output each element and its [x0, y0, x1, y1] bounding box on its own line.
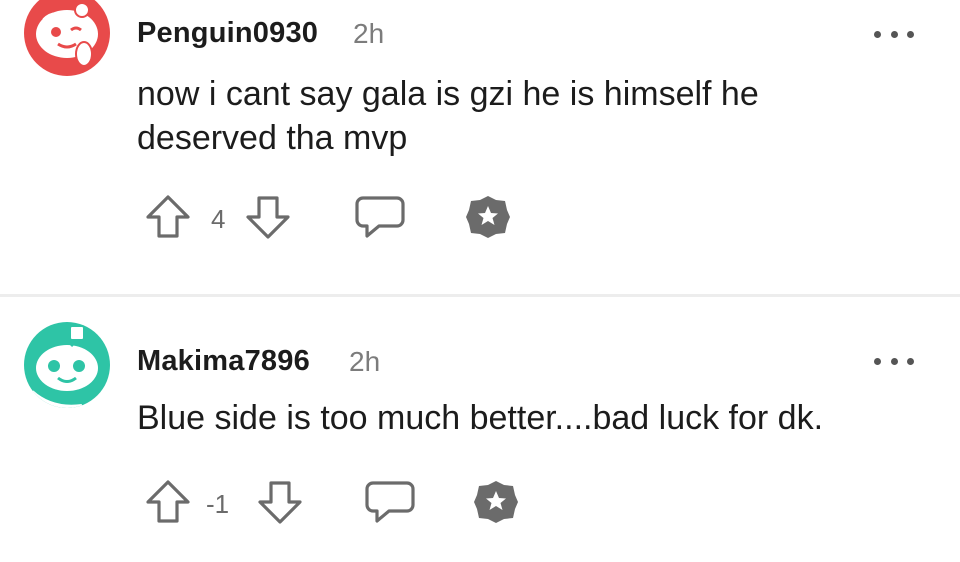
- timestamp: 2h: [353, 18, 385, 49]
- reply-button[interactable]: [353, 194, 407, 245]
- reply-button[interactable]: [363, 479, 417, 530]
- upvote-button[interactable]: [143, 192, 193, 247]
- speech-bubble-icon: [365, 481, 415, 523]
- arrow-up-outline-icon: [146, 195, 190, 238]
- star-badge-icon: [466, 196, 510, 238]
- vote-score: 4: [211, 204, 226, 234]
- comment: Makima7896 2h Blue side is too much bett…: [0, 297, 960, 562]
- award-button[interactable]: [465, 194, 511, 245]
- avatar[interactable]: [24, 322, 110, 408]
- ellipsis-icon: [874, 30, 881, 38]
- comment-text-line: now i cant say gala is gzi he is himself…: [137, 75, 759, 113]
- comment-body: now i cant say gala is gzi he is himself…: [137, 72, 877, 160]
- avatar[interactable]: [24, 0, 110, 76]
- comment-body: Blue side is too much better....bad luck…: [137, 396, 877, 440]
- comment-text-line: Blue side is too much better....bad luck…: [137, 399, 824, 437]
- star-badge-icon: [474, 481, 518, 523]
- username[interactable]: Makima7896: [137, 345, 310, 378]
- upvote-button[interactable]: [143, 477, 193, 532]
- arrow-down-outline-icon: [246, 196, 290, 239]
- more-options-button[interactable]: [874, 354, 914, 368]
- ellipsis-icon: [874, 357, 881, 365]
- downvote-button[interactable]: [255, 477, 305, 532]
- downvote-button[interactable]: [243, 192, 293, 247]
- comment: Penguin0930 2h now i cant say gala is gz…: [0, 0, 960, 295]
- speech-bubble-icon: [355, 196, 405, 238]
- arrow-up-outline-icon: [146, 480, 190, 523]
- more-options-button[interactable]: [874, 27, 914, 41]
- username[interactable]: Penguin0930: [137, 17, 318, 50]
- comment-text-line: deserved tha mvp: [137, 119, 408, 157]
- arrow-down-outline-icon: [258, 481, 302, 524]
- vote-score: -1: [206, 489, 230, 519]
- timestamp: 2h: [349, 346, 381, 377]
- award-button[interactable]: [473, 479, 519, 530]
